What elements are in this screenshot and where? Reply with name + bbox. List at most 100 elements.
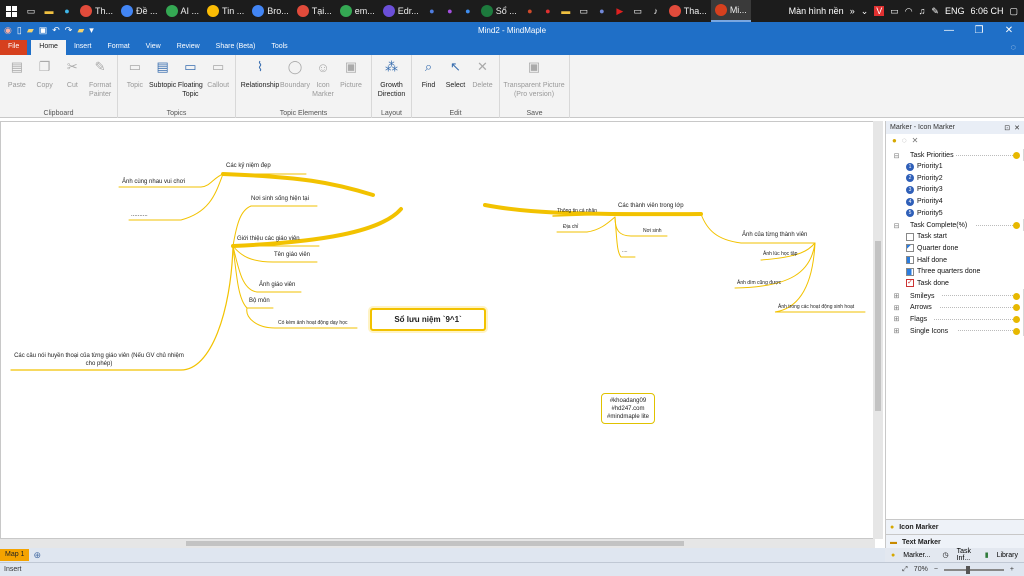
notification-icon[interactable]: ▢ — [1009, 6, 1018, 17]
messenger-icon[interactable]: ● — [441, 2, 459, 20]
topic-activity-photo[interactable]: Ảnh trong các hoạt động sinh hoạt — [778, 304, 854, 310]
app-icon[interactable]: ◉ — [4, 25, 12, 36]
expand-icon[interactable]: ⊞ — [892, 327, 901, 336]
topic-birthplace[interactable]: Nơi sinh — [643, 228, 662, 234]
chevron-icon[interactable]: » — [850, 6, 855, 16]
group-single-icons[interactable]: ⊞ Single Icons — [886, 324, 1024, 336]
topic-member-photos[interactable]: Ảnh của từng thành viên — [742, 232, 807, 238]
group-smileys[interactable]: ⊞ Smileys — [886, 289, 1024, 301]
customize-icon[interactable]: ▾ — [89, 25, 94, 36]
topic-fun-photo[interactable]: Ảnh dìm cũng được — [737, 280, 781, 286]
edge-icon[interactable]: ● — [58, 2, 76, 20]
tab-share[interactable]: Share (Beta) — [208, 40, 264, 55]
topic-personal-info[interactable]: Thông tin cá nhân — [557, 208, 597, 214]
zoom-icon[interactable]: ● — [459, 2, 477, 20]
desktop-label[interactable]: Màn hình nền — [789, 6, 844, 16]
picture-button[interactable]: ▣ Picture — [337, 57, 365, 118]
vertical-scroll-thumb[interactable] — [875, 241, 881, 411]
sheet-tab-map1[interactable]: Map 1 — [0, 549, 30, 561]
wifi-icon[interactable]: ◠ — [905, 6, 913, 17]
topic-teacher-photo[interactable]: Ảnh giáo viên — [259, 282, 295, 288]
horizontal-scrollbar[interactable] — [0, 539, 875, 548]
marker-priority3[interactable]: 3 Priority3 — [886, 184, 1024, 196]
expand-icon[interactable]: ⊞ — [892, 315, 901, 324]
zoom-slider[interactable] — [943, 565, 1004, 574]
marker-priority5[interactable]: 5 Priority5 — [886, 207, 1024, 219]
central-topic[interactable]: Sổ lưu niệm `9^1` — [370, 308, 486, 331]
transparent-picture-button[interactable]: ▣ Transparent Picture (Pro version) — [503, 57, 565, 118]
notes-icon[interactable]: ▬ — [557, 2, 575, 20]
taskbar-app-3[interactable]: AI ... — [162, 0, 204, 22]
marker-task-start[interactable]: Task start — [886, 231, 1024, 243]
edit-marker-icon[interactable]: ◌ — [902, 136, 907, 145]
taskbar-app-4[interactable]: Tin ... — [203, 0, 248, 22]
powerpoint-icon[interactable]: ● — [521, 2, 539, 20]
pen-icon[interactable]: ✎ — [931, 6, 939, 17]
topic-young-photo[interactable]: Ảnh lúc học tập — [763, 251, 797, 257]
save-icon[interactable]: ▣ — [39, 25, 48, 36]
folder-icon[interactable]: ▰ — [77, 25, 84, 36]
task-view-icon[interactable]: ▭ — [22, 2, 40, 20]
topic-dots1[interactable]: .......... — [131, 212, 148, 218]
file-explorer-icon[interactable]: ▬ — [40, 2, 58, 20]
tab-insert[interactable]: Insert — [66, 40, 100, 55]
topic-teacher-name[interactable]: Tên giáo viên — [274, 252, 310, 258]
format-painter-button[interactable]: ✎ Format Painter — [86, 57, 114, 118]
marker-quarter-done[interactable]: Quarter done — [886, 243, 1024, 255]
pdf-icon[interactable]: ● — [539, 2, 557, 20]
fit-icon[interactable]: ⤢ — [902, 566, 908, 574]
group-arrows[interactable]: ⊞ Arrows — [886, 300, 1024, 313]
battery-icon[interactable]: ▭ — [890, 6, 899, 17]
help-icon[interactable]: ◌ — [1011, 39, 1024, 55]
tray-expand-icon[interactable]: ⌄ — [861, 6, 869, 17]
marker-task-done[interactable]: ✓ Task done — [886, 278, 1024, 290]
icon-marker-button[interactable]: ☺ Icon Marker — [309, 57, 337, 118]
taskbar-app-7[interactable]: em... — [336, 0, 379, 22]
taskbar-app-10[interactable]: Tha... — [665, 0, 711, 22]
mindmap-canvas[interactable]: Sổ lưu niệm `9^1` Các kỷ niệm đẹp Ảnh cù… — [0, 121, 875, 539]
collapse-icon[interactable]: ⊟ — [892, 221, 901, 230]
remove-marker-icon[interactable]: ✕ — [912, 136, 919, 145]
marker-half-done[interactable]: Half done — [886, 254, 1024, 266]
minimize-button[interactable]: — — [934, 25, 964, 36]
youtube-icon[interactable]: ▶ — [611, 2, 629, 20]
taskbar-app-9[interactable]: Sổ ... — [477, 0, 521, 22]
topic-quotes[interactable]: Các câu nói huyền thoại của từng giáo vi… — [13, 352, 185, 368]
copy-button[interactable]: ❐ Copy — [31, 57, 59, 118]
taskbar-app-mindmaple[interactable]: Mi... — [710, 0, 751, 22]
tab-view[interactable]: View — [138, 40, 169, 55]
subtopic-button[interactable]: ▤ Subtopic — [149, 57, 177, 118]
marker-priority2[interactable]: 2 Priority2 — [886, 172, 1024, 184]
tab-file[interactable]: File — [0, 40, 28, 55]
expand-icon[interactable]: ⊞ — [892, 292, 901, 301]
taskbar-app-2[interactable]: Đề ... — [117, 0, 162, 22]
delete-button[interactable]: ✕ Delete — [469, 57, 496, 118]
group-task-priorities[interactable]: ⊟ Task Priorities — [886, 149, 1024, 161]
collapse-icon[interactable]: ⊟ — [892, 151, 901, 160]
find-button[interactable]: ⌕ Find — [415, 57, 442, 118]
redo-icon[interactable]: ↷ — [65, 25, 73, 36]
text-marker-tab[interactable]: ▬ Text Marker — [886, 534, 1024, 549]
icon-marker-tab[interactable]: ● Icon Marker — [886, 519, 1024, 534]
relationship-button[interactable]: ⌇ Relationship — [239, 57, 281, 118]
clock[interactable]: 6:06 CH — [970, 6, 1003, 16]
topic-teaching-photos[interactable]: Có kèm ảnh hoạt động dạy học — [278, 320, 348, 326]
expand-icon[interactable]: ⊞ — [892, 303, 901, 312]
topic-memories[interactable]: Các kỷ niệm đẹp — [226, 163, 271, 169]
pin-icon[interactable]: ⊡ — [1004, 124, 1010, 132]
select-button[interactable]: ↖ Select — [442, 57, 469, 118]
topic-teachers[interactable]: Giới thiệu các giáo viên — [237, 236, 300, 242]
paste-button[interactable]: ▤ Paste — [3, 57, 31, 118]
tiktok-icon[interactable]: ♪ — [647, 2, 665, 20]
boundary-button[interactable]: ◯ Boundary — [280, 57, 310, 118]
taskbar-app-6[interactable]: Tại... — [293, 0, 336, 22]
tab-format[interactable]: Format — [99, 40, 137, 55]
marker-three-quarters-done[interactable]: Three quarters done — [886, 266, 1024, 278]
gallery-icon[interactable]: ▭ — [629, 2, 647, 20]
topic-dots2[interactable]: .... — [622, 248, 628, 254]
zoom-slider-knob[interactable] — [965, 565, 970, 574]
panel-close-icon[interactable]: ✕ — [1014, 124, 1020, 132]
zoom-out-icon[interactable]: − — [934, 566, 938, 573]
maximize-button[interactable]: ❐ — [964, 25, 994, 36]
open-icon[interactable]: ▰ — [27, 25, 34, 36]
